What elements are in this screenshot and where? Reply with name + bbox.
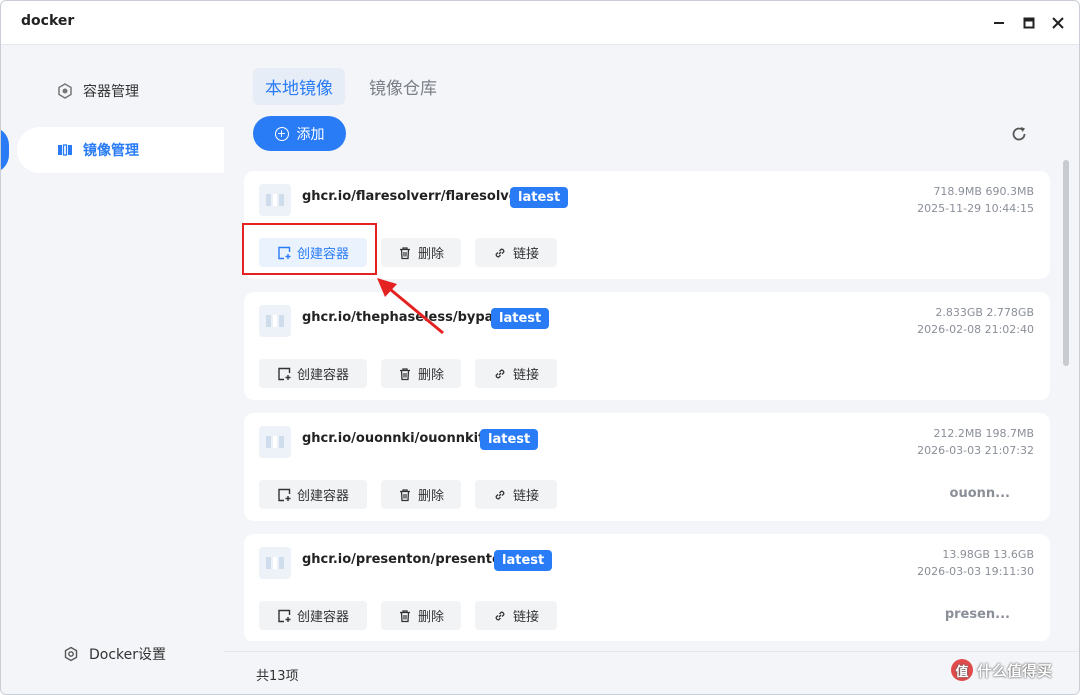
link-icon: [493, 609, 507, 623]
main-panel: 本地镜像 镜像仓库 + 添加 ghcr.io/flaresolverr/flar…: [224, 45, 1079, 694]
container-short-name: ouonn...: [949, 486, 1010, 501]
app-title: docker: [21, 13, 75, 29]
create-container-icon: [277, 609, 291, 623]
link-image-button[interactable]: 链接: [475, 601, 557, 630]
image-card: ghcr.io/flaresolverr/flaresolverr latest…: [244, 171, 1050, 279]
image-thumbnail-icon: [259, 305, 291, 337]
sidebar-item-containers[interactable]: 容器管理: [17, 68, 224, 114]
scrollbar-thumb[interactable]: [1063, 160, 1069, 366]
sidebar-item-label: 镜像管理: [83, 143, 139, 159]
total-count: 共13项: [256, 669, 299, 684]
minimize-button[interactable]: [987, 11, 1011, 35]
create-container-button[interactable]: 创建容器: [259, 238, 367, 267]
create-container-icon: [277, 367, 291, 381]
add-image-button[interactable]: + 添加: [253, 116, 346, 151]
add-button-label: 添加: [296, 126, 325, 143]
image-name: ghcr.io/presenton/presenton: [302, 552, 511, 567]
delete-image-button[interactable]: 删除: [381, 601, 461, 630]
close-button[interactable]: [1046, 11, 1070, 35]
sidebar: 容器管理 镜像管理 Docker设置: [1, 45, 224, 694]
delete-label: 删除: [417, 247, 444, 262]
image-thumbnail-icon: [259, 426, 291, 458]
trash-icon: [398, 246, 412, 260]
image-sizes: 2.833GB 2.778GB: [935, 306, 1034, 319]
docker-settings-label: Docker设置: [89, 647, 167, 663]
container-short-name: presen...: [944, 607, 1010, 622]
image-meta: 13.98GB 13.6GB 2026-03-03 19:11:30: [917, 546, 1034, 580]
link-image-button[interactable]: 链接: [475, 359, 557, 388]
trash-icon: [398, 609, 412, 623]
image-tag-badge: latest: [510, 187, 569, 208]
delete-label: 删除: [417, 610, 444, 625]
link-icon: [493, 488, 507, 502]
tab-image-registry[interactable]: 镜像仓库: [357, 68, 449, 105]
create-container-icon: [277, 488, 291, 502]
image-date: 2025-11-29 10:44:15: [917, 202, 1034, 215]
watermark-logo-icon: 值: [951, 659, 973, 681]
image-thumbnail-icon: [259, 184, 291, 216]
create-container-label: 创建容器: [296, 247, 349, 262]
gear-icon: [63, 646, 79, 662]
maximize-button[interactable]: [1017, 11, 1041, 35]
image-name: ghcr.io/flaresolverr/flaresolverr: [302, 189, 531, 204]
image-sizes: 718.9MB 690.3MB: [933, 185, 1034, 198]
image-date: 2026-02-08 21:02:40: [917, 323, 1034, 336]
link-image-button[interactable]: 链接: [475, 480, 557, 509]
docker-window: docker 容器管理 镜像管理 Docker设置 本地镜像 镜像仓库 + 添加…: [0, 0, 1080, 695]
image-meta: 212.2MB 198.7MB 2026-03-03 21:07:32: [917, 425, 1034, 459]
image-date: 2026-03-03 19:11:30: [917, 565, 1034, 578]
docker-settings-link[interactable]: Docker设置: [63, 644, 166, 664]
delete-label: 删除: [417, 489, 444, 504]
image-thumbnail-icon: [259, 547, 291, 579]
delete-image-button[interactable]: 删除: [381, 359, 461, 388]
watermark: 值 什么值得买: [951, 659, 1052, 681]
create-container-icon: [277, 246, 291, 260]
link-label: 链接: [512, 368, 539, 383]
sidebar-item-images[interactable]: 镜像管理: [17, 127, 224, 173]
tab-local-images[interactable]: 本地镜像: [253, 68, 345, 105]
image-meta: 2.833GB 2.778GB 2026-02-08 21:02:40: [917, 304, 1034, 338]
image-date: 2026-03-03 21:07:32: [917, 444, 1034, 457]
title-bar: docker: [1, 1, 1079, 45]
watermark-text: 什么值得买: [977, 661, 1053, 680]
image-icon: [57, 142, 73, 158]
link-icon: [493, 367, 507, 381]
image-tag-badge: latest: [494, 550, 553, 571]
delete-image-button[interactable]: 删除: [381, 480, 461, 509]
create-container-button[interactable]: 创建容器: [259, 359, 367, 388]
link-label: 链接: [512, 247, 539, 262]
link-label: 链接: [512, 489, 539, 504]
maximize-icon: [1023, 17, 1035, 29]
close-icon: [1052, 17, 1064, 29]
image-meta: 718.9MB 690.3MB 2025-11-29 10:44:15: [917, 183, 1034, 217]
delete-image-button[interactable]: 删除: [381, 238, 461, 267]
image-sizes: 13.98GB 13.6GB: [942, 548, 1034, 561]
plus-circle-icon: +: [274, 126, 289, 141]
trash-icon: [398, 488, 412, 502]
refresh-button[interactable]: [1008, 123, 1030, 145]
refresh-icon: [1012, 127, 1026, 141]
image-card: ghcr.io/presenton/presenton latest 13.98…: [244, 534, 1050, 641]
image-card: ghcr.io/ouonnki/ouonnkitv latest 212.2MB…: [244, 413, 1050, 521]
link-label: 链接: [512, 610, 539, 625]
image-tag-badge: latest: [491, 308, 550, 329]
image-name: ghcr.io/thephaseless/byparr: [302, 310, 507, 325]
image-sizes: 212.2MB 198.7MB: [933, 427, 1034, 440]
create-container-label: 创建容器: [296, 489, 349, 504]
container-icon: [57, 83, 73, 99]
create-container-button[interactable]: 创建容器: [259, 601, 367, 630]
create-container-button[interactable]: 创建容器: [259, 480, 367, 509]
create-container-label: 创建容器: [296, 368, 349, 383]
create-container-label: 创建容器: [296, 610, 349, 625]
image-list: ghcr.io/flaresolverr/flaresolverr latest…: [244, 171, 1050, 641]
delete-label: 删除: [417, 368, 444, 383]
image-name: ghcr.io/ouonnki/ouonnkitv: [302, 431, 493, 446]
sidebar-item-label: 容器管理: [83, 84, 139, 100]
link-image-button[interactable]: 链接: [475, 238, 557, 267]
image-tag-badge: latest: [480, 429, 539, 450]
link-icon: [493, 246, 507, 260]
minimize-icon: [994, 22, 1004, 24]
image-card: ghcr.io/thephaseless/byparr latest 2.833…: [244, 292, 1050, 400]
trash-icon: [398, 367, 412, 381]
